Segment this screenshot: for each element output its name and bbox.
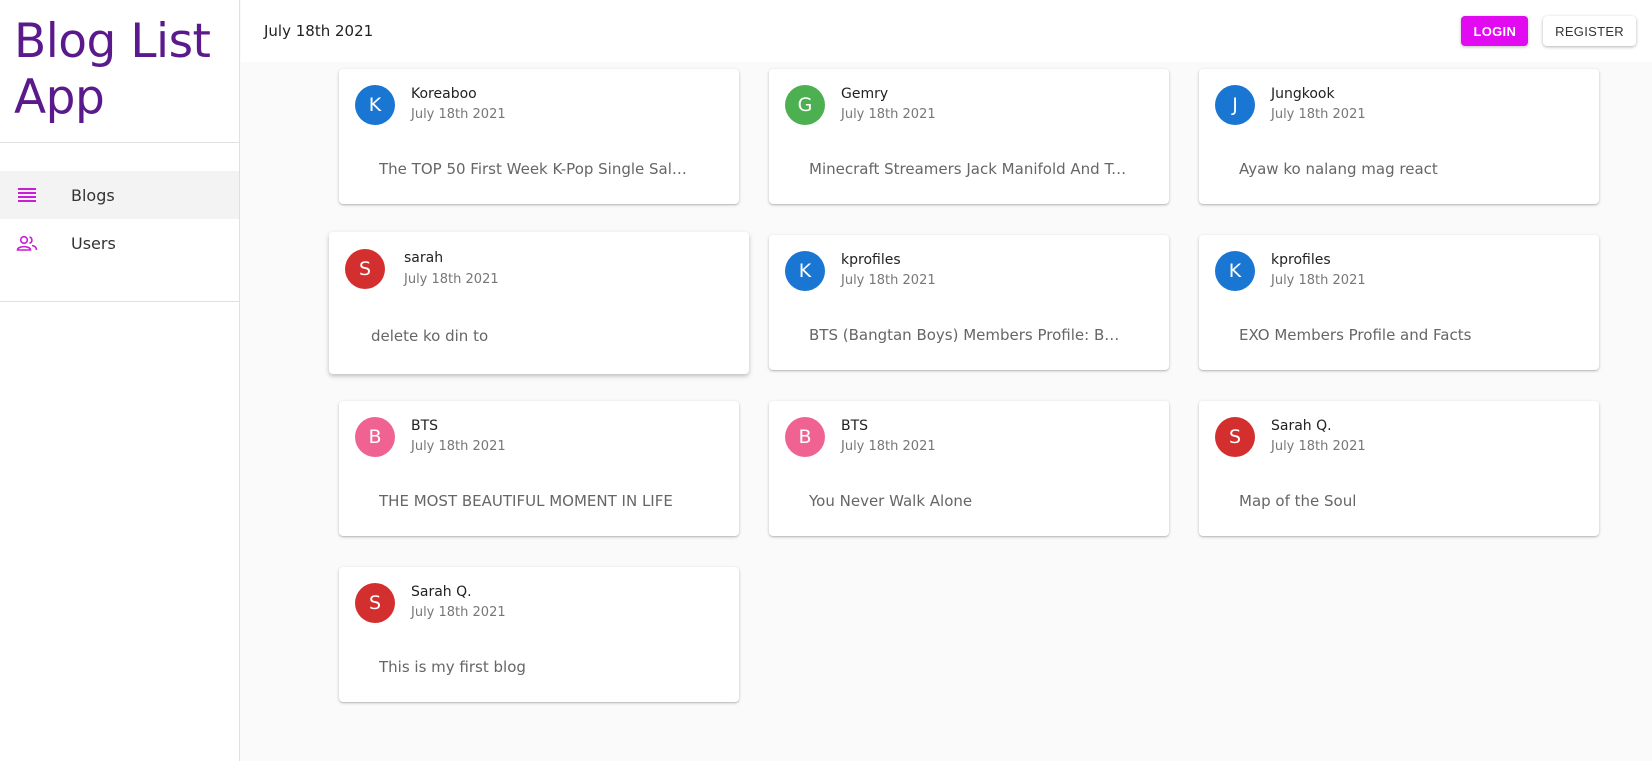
- author-name: BTS: [841, 418, 869, 434]
- top-bar: July 18th 2021 LOGIN REGISTER: [241, 0, 1652, 62]
- avatar: S: [1215, 417, 1255, 457]
- blog-card[interactable]: G Gemry July 18th 2021 Minecraft Streame…: [769, 69, 1169, 204]
- avatar: S: [345, 249, 385, 289]
- blog-card[interactable]: S Sarah Q. July 18th 2021 This is my fir…: [339, 567, 739, 702]
- blog-excerpt: EXO Members Profile and Facts: [1239, 326, 1472, 344]
- post-date: July 18th 2021: [841, 107, 936, 122]
- blog-excerpt: Minecraft Streamers Jack Manifold And To…: [809, 160, 1127, 178]
- login-button[interactable]: LOGIN: [1461, 16, 1529, 46]
- avatar: J: [1215, 85, 1255, 125]
- blog-excerpt: The TOP 50 First Week K-Pop Single Sales…: [379, 160, 694, 178]
- list-icon: [16, 184, 38, 206]
- sidebar: Blog List App Blogs Users: [0, 0, 240, 761]
- blog-excerpt: THE MOST BEAUTIFUL MOMENT IN LIFE: [379, 492, 673, 510]
- header-date: July 18th 2021: [264, 22, 374, 40]
- blog-card[interactable]: K kprofiles July 18th 2021 BTS (Bangtan …: [769, 235, 1169, 370]
- sidebar-item-blogs[interactable]: Blogs: [0, 171, 239, 219]
- blog-card[interactable]: J Jungkook July 18th 2021 Ayaw ko nalang…: [1199, 69, 1599, 204]
- avatar: K: [355, 85, 395, 125]
- post-date: July 18th 2021: [841, 273, 936, 288]
- register-button[interactable]: REGISTER: [1543, 16, 1636, 46]
- sidebar-item-users[interactable]: Users: [0, 219, 239, 267]
- avatar: B: [785, 417, 825, 457]
- post-date: July 18th 2021: [1271, 273, 1366, 288]
- post-date: July 18th 2021: [1271, 107, 1366, 122]
- blog-excerpt: Map of the Soul: [1239, 492, 1357, 510]
- app-title: Blog List App: [0, 0, 239, 143]
- author-name: Gemry: [841, 86, 889, 102]
- users-icon: [16, 232, 38, 254]
- blog-excerpt: You Never Walk Alone: [809, 492, 973, 510]
- blog-excerpt: BTS (Bangtan Boys) Members Profile: BTS …: [809, 326, 1127, 344]
- author-name: Koreaboo: [411, 86, 477, 102]
- avatar: K: [785, 251, 825, 291]
- sidebar-nav: Blogs Users: [0, 143, 239, 302]
- blog-excerpt: This is my first blog: [379, 658, 526, 676]
- blog-card[interactable]: B BTS July 18th 2021 THE MOST BEAUTIFUL …: [339, 401, 739, 536]
- avatar: S: [355, 583, 395, 623]
- author-name: sarah: [404, 250, 444, 266]
- author-name: kprofiles: [1271, 252, 1331, 268]
- sidebar-item-label: Blogs: [71, 185, 115, 205]
- avatar: K: [1215, 251, 1255, 291]
- post-date: July 18th 2021: [404, 272, 499, 287]
- avatar: G: [785, 85, 825, 125]
- avatar: B: [355, 417, 395, 457]
- app-title-line1: Blog List: [14, 14, 211, 69]
- blog-card[interactable]: S Sarah Q. July 18th 2021 Map of the Sou…: [1199, 401, 1599, 536]
- app-title-line2: App: [14, 70, 105, 125]
- post-date: July 18th 2021: [411, 439, 506, 454]
- blog-excerpt: delete ko din to: [371, 327, 489, 345]
- post-date: July 18th 2021: [411, 605, 506, 620]
- post-date: July 18th 2021: [841, 439, 936, 454]
- post-date: July 18th 2021: [411, 107, 506, 122]
- author-name: Sarah Q.: [1271, 418, 1332, 434]
- blog-excerpt: Ayaw ko nalang mag react: [1239, 160, 1438, 178]
- blog-card[interactable]: B BTS July 18th 2021 You Never Walk Alon…: [769, 401, 1169, 536]
- author-name: Jungkook: [1271, 86, 1335, 102]
- author-name: Sarah Q.: [411, 584, 472, 600]
- blog-card[interactable]: S sarah July 18th 2021 delete ko din to: [329, 232, 749, 374]
- post-date: July 18th 2021: [1271, 439, 1366, 454]
- sidebar-item-label: Users: [71, 233, 116, 253]
- author-name: kprofiles: [841, 252, 901, 268]
- blog-card[interactable]: K Koreaboo July 18th 2021 The TOP 50 Fir…: [339, 69, 739, 204]
- blog-card[interactable]: K kprofiles July 18th 2021 EXO Members P…: [1199, 235, 1599, 370]
- author-name: BTS: [411, 418, 439, 434]
